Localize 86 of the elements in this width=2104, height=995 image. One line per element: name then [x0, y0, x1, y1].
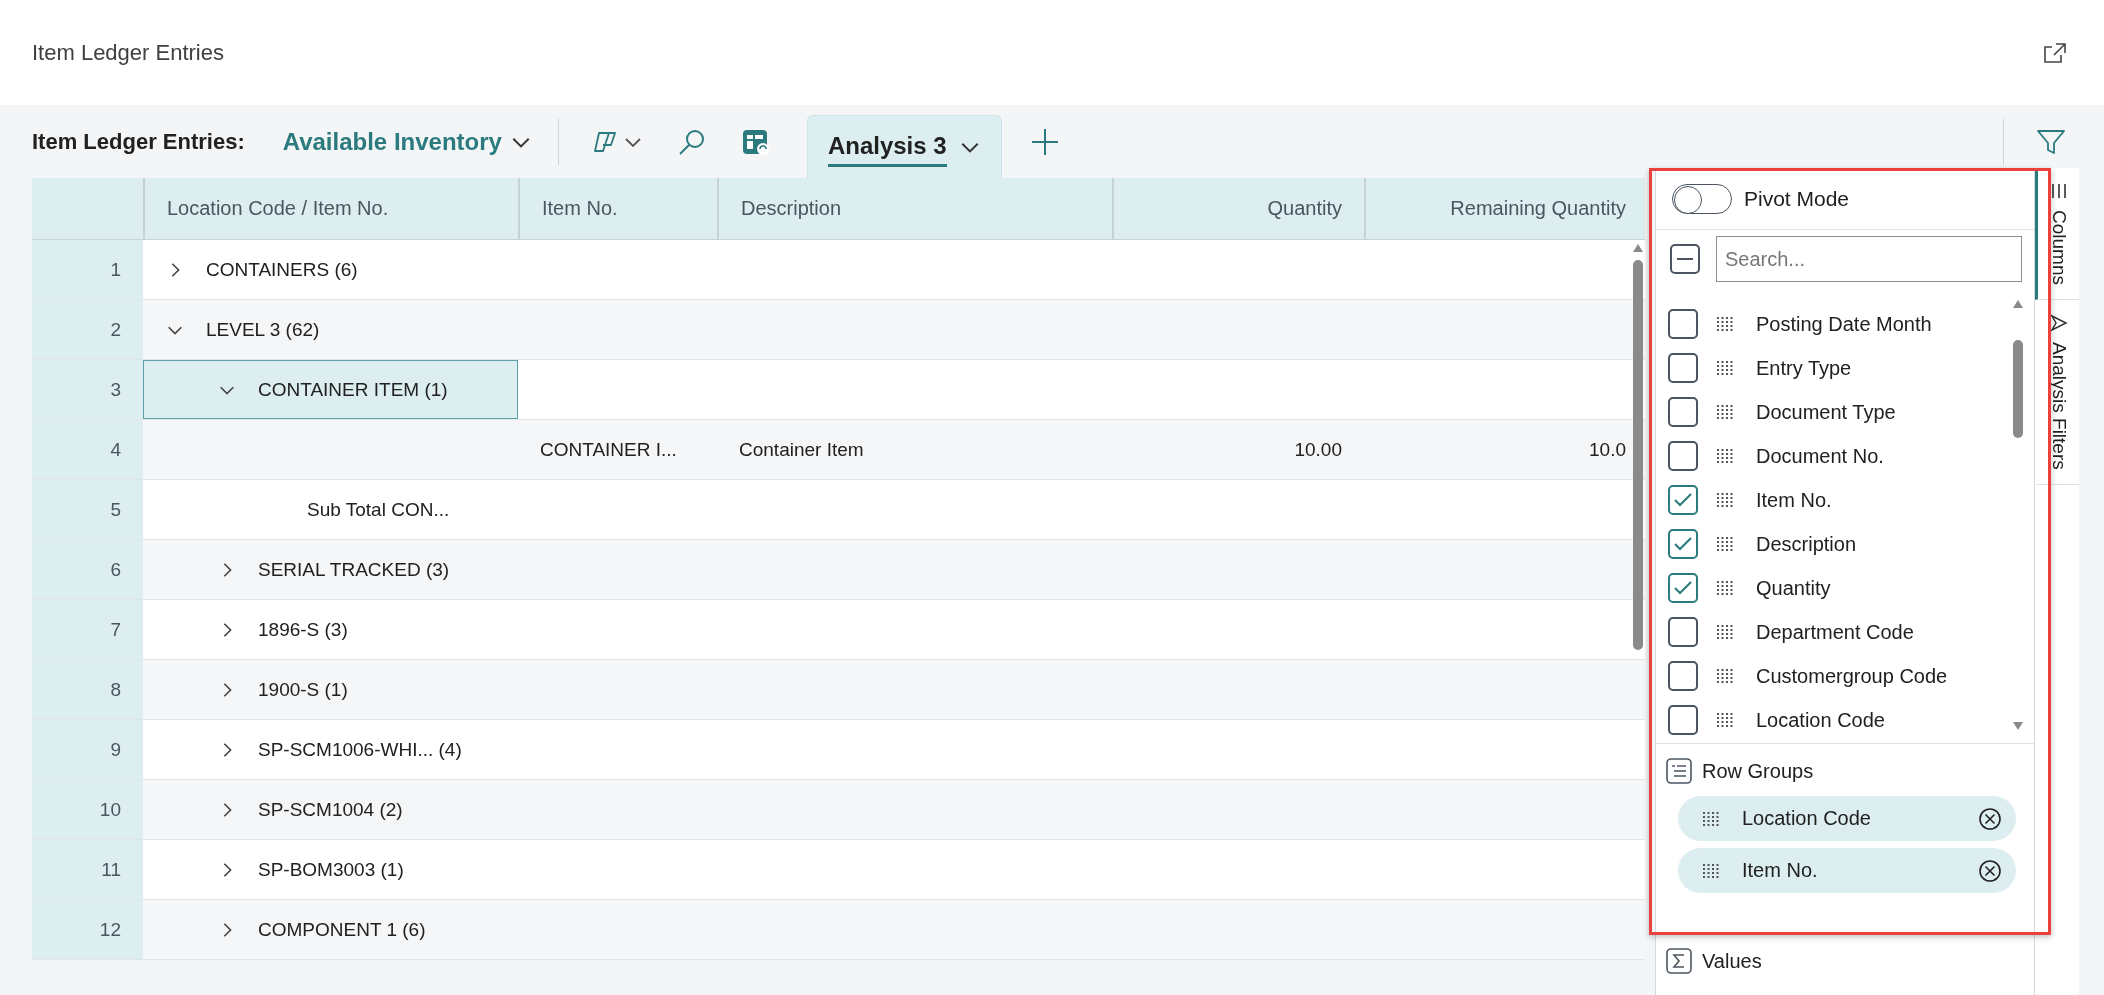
column-checkbox[interactable] — [1668, 705, 1698, 735]
row-number: 11 — [32, 840, 143, 899]
row-number: 2 — [32, 300, 143, 359]
drag-handle-icon — [1716, 712, 1734, 728]
remove-button[interactable] — [1978, 858, 2002, 883]
filter-icon — [2049, 314, 2068, 332]
column-checkbox[interactable] — [1668, 441, 1698, 471]
column-checkbox[interactable] — [1668, 397, 1698, 427]
page-caption: Item Ledger Entries: — [32, 128, 245, 155]
checkmark-icon — [1673, 580, 1693, 596]
column-checkbox[interactable] — [1668, 617, 1698, 647]
group-cell[interactable]: SP-SCM1004 (2) — [143, 780, 518, 839]
group-cell[interactable]: COMPONENT 1 (6) — [143, 900, 518, 959]
close-icon — [1978, 806, 2002, 831]
group-cell[interactable]: SP-BOM3003 (1) — [143, 840, 518, 899]
drag-handle-icon — [1716, 360, 1734, 376]
drag-handle-icon — [1716, 624, 1734, 640]
drag-handle-icon — [1702, 810, 1720, 827]
group-cell[interactable]: LEVEL 3 (62) — [143, 300, 518, 359]
row-number: 7 — [32, 600, 143, 659]
drag-handle-icon — [1716, 448, 1734, 464]
checkmark-icon — [1673, 536, 1693, 552]
group-cell[interactable]: CONTAINER ITEM (1) — [143, 360, 518, 419]
column-label: Entry Type — [1756, 356, 1852, 380]
table-cell-text: CONTAINER I... — [539, 437, 678, 462]
sigma-icon — [1666, 948, 1692, 974]
drag-handle-icon — [1716, 404, 1734, 420]
remove-button[interactable] — [1978, 806, 2002, 831]
row-number: 1 — [32, 240, 143, 299]
row-number: 4 — [32, 420, 143, 479]
list-icon — [1666, 758, 1692, 784]
row-number: 3 — [32, 360, 143, 419]
row-number: 8 — [32, 660, 143, 719]
column-checkbox[interactable] — [1668, 573, 1698, 603]
analysis-tab[interactable]: Analysis 3 — [806, 115, 1002, 178]
column-checkbox[interactable] — [1668, 661, 1698, 691]
scrollbar[interactable] — [2012, 300, 2024, 730]
column-label: Customergroup Code — [1756, 664, 1948, 688]
column-checkbox[interactable] — [1668, 309, 1698, 339]
drag-handle-icon — [1716, 492, 1734, 508]
minus-icon — [1677, 257, 1693, 261]
drag-handle-icon — [1716, 668, 1734, 684]
table-cell-text: 10.00 — [1293, 437, 1343, 462]
subtotal-label: Sub Total CON... — [306, 497, 451, 522]
group-cell[interactable]: 1900-S (1) — [143, 660, 518, 719]
checkmark-icon — [1673, 492, 1693, 508]
section-title: Values — [1702, 949, 1762, 973]
pivot-mode-label: Pivot Mode — [1744, 186, 1850, 211]
plus-icon — [1029, 126, 1060, 157]
table-cell-text: Container Item — [738, 437, 865, 462]
drag-handle-icon — [1716, 580, 1734, 596]
group-cell[interactable]: CONTAINERS (6) — [143, 240, 518, 299]
pivot-mode-toggle[interactable] — [1672, 183, 1732, 214]
section-title: Row Groups — [1702, 759, 1814, 783]
drag-handle-icon — [1716, 536, 1734, 552]
column-label: Document No. — [1756, 444, 1884, 468]
columns-icon — [2049, 182, 2068, 200]
table-cell-text: 10.0 — [1588, 437, 1626, 462]
column-label: Document Type — [1756, 400, 1896, 424]
row-number: 6 — [32, 540, 143, 599]
close-icon — [1978, 858, 2002, 883]
search-field[interactable]: Search... — [1716, 236, 2022, 282]
group-cell[interactable]: 1896-S (3) — [143, 600, 518, 659]
column-checkbox[interactable] — [1668, 353, 1698, 383]
row-number: 5 — [32, 480, 143, 539]
drag-handle-icon — [1716, 316, 1734, 332]
open-in-new-window-icon[interactable] — [2042, 40, 2068, 65]
drag-handle-icon — [1702, 862, 1720, 879]
column-label: Department Code — [1756, 620, 1914, 644]
column-label: Description — [1756, 532, 1857, 556]
select-all-checkbox[interactable] — [1670, 244, 1700, 274]
column-label: Quantity — [1756, 576, 1831, 600]
row-number: 9 — [32, 720, 143, 779]
column-label: Posting Date Month — [1756, 312, 1932, 336]
group-cell[interactable]: SERIAL TRACKED (3) — [143, 540, 518, 599]
column-checkbox[interactable] — [1668, 529, 1698, 559]
row-number: 12 — [32, 900, 143, 959]
group-cell[interactable]: SP-SCM1006-WHI... (4) — [143, 720, 518, 779]
page-title: Item Ledger Entries — [32, 39, 224, 66]
row-number: 10 — [32, 780, 143, 839]
column-label: Item No. — [1756, 488, 1832, 512]
row-group-chip[interactable]: Location Code — [1678, 796, 2016, 841]
row-group-chip[interactable]: Item No. — [1678, 848, 2016, 893]
column-checkbox[interactable] — [1668, 485, 1698, 515]
column-label: Location Code — [1756, 708, 1885, 732]
view-selector[interactable]: Available Inventory — [282, 127, 532, 156]
